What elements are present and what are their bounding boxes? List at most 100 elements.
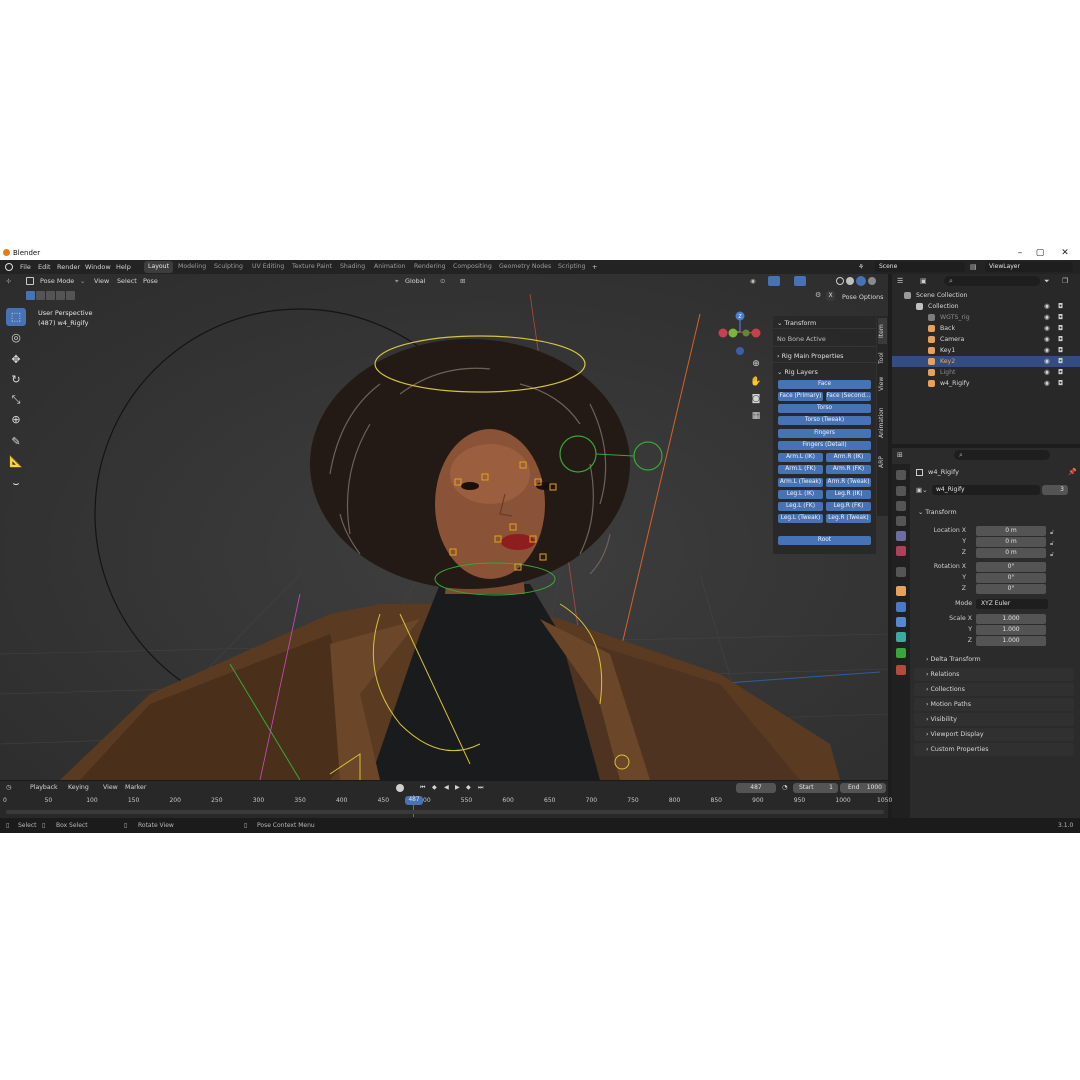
viewport-menu-pose[interactable]: Pose (143, 277, 158, 285)
start-frame-field[interactable]: Start 1 (793, 783, 838, 793)
workspace-tab-layout[interactable]: Layout (144, 261, 174, 273)
properties-editor-icon[interactable]: ⊞ (897, 451, 903, 459)
timeline-editor-icon[interactable]: ◷ (6, 784, 11, 791)
rotation-z-field[interactable]: 0° (976, 584, 1046, 594)
shading-rendered-icon[interactable] (868, 277, 876, 285)
tab-item[interactable]: Item (878, 318, 887, 344)
pivot-icon[interactable]: ⊙ (440, 277, 445, 285)
pin-icon[interactable]: 📌 (1068, 468, 1077, 476)
pose-options-button[interactable]: Pose Options (842, 293, 884, 301)
scale-z-field[interactable]: 1.000 (976, 636, 1046, 646)
timeline-menu-view[interactable]: View (103, 784, 118, 791)
tab-tool[interactable]: Tool (878, 346, 887, 370)
scale-y-field[interactable]: 1.000 (976, 625, 1046, 635)
cursor-tool[interactable]: ◎ (6, 329, 26, 347)
shading-material-icon[interactable] (856, 276, 866, 286)
camera-view-icon[interactable]: ◙ (750, 393, 762, 405)
3d-viewport[interactable]: ⊹ Pose Mode ⌄ View Select Pose ⌖ Global … (0, 274, 888, 780)
select-intersect-icon[interactable] (66, 291, 75, 300)
scene-selector[interactable]: Scene (875, 262, 965, 272)
outliner-row[interactable]: Key2 ◉ ◘ (892, 356, 1080, 367)
location-y-field[interactable]: 0 m (976, 537, 1046, 547)
shading-solid-icon[interactable] (846, 277, 854, 285)
snap-icon[interactable]: ⊞ (460, 277, 465, 285)
location-z-field[interactable]: 0 m (976, 548, 1046, 558)
outliner-search-icon[interactable]: ⌕ (944, 276, 1040, 286)
constraints-tab-icon[interactable] (896, 632, 906, 642)
object-tab-icon[interactable] (896, 586, 906, 596)
rotation-x-field[interactable]: 0° (976, 562, 1046, 572)
current-frame-field[interactable]: 487 (736, 783, 776, 793)
scene-tab-icon[interactable] (896, 531, 906, 541)
rotate-tool[interactable]: ↻ (6, 371, 26, 389)
properties-section-header[interactable]: › Custom Properties (914, 743, 1074, 756)
transform-panel-header[interactable]: ⌄ Transform (777, 319, 816, 327)
delta-transform-header[interactable]: › Delta Transform (922, 653, 1080, 666)
visibility-eye-icon[interactable]: ◉ (1044, 301, 1050, 312)
workspace-tab-texture-paint[interactable]: Texture Paint (288, 261, 336, 273)
rig-layers-header[interactable]: ⌄ Rig Layers (777, 368, 818, 376)
filter-icon[interactable]: ⏷ (1044, 277, 1050, 286)
collection-tab-icon[interactable] (896, 567, 906, 577)
outliner-row[interactable]: Key1 ◉ ◘ (892, 345, 1080, 356)
play-icon[interactable]: ▶ (455, 784, 460, 791)
rotation-mode-select[interactable]: XYZ Euler (976, 599, 1048, 609)
visibility-eye-icon[interactable]: ◉ (1044, 334, 1050, 345)
end-frame-field[interactable]: End 1000 (840, 783, 886, 793)
workspace-tab-sculpting[interactable]: Sculpting (210, 261, 247, 273)
timeline-menu-keying[interactable]: Keying (68, 784, 89, 791)
outliner-editor-icon[interactable]: ☰ (897, 277, 903, 285)
physics-tab-icon[interactable] (896, 617, 906, 627)
mode-selector[interactable]: Pose Mode (40, 277, 74, 285)
transform-section-header[interactable]: ⌄ Transform (914, 506, 1074, 519)
neg-z-axis-icon[interactable] (736, 347, 744, 355)
visibility-eye-icon[interactable]: ◉ (1044, 378, 1050, 389)
overlay-toggle-button[interactable] (794, 276, 806, 286)
layer-leg-l-fk-button[interactable]: Leg.L (FK) (778, 502, 823, 511)
visibility-icon[interactable]: ◉ (750, 277, 756, 285)
timeline-menu-marker[interactable]: Marker (125, 784, 146, 791)
visibility-eye-icon[interactable]: ◉ (1044, 345, 1050, 356)
layer-face-button[interactable]: Face (778, 380, 871, 389)
select-extend-icon[interactable] (36, 291, 45, 300)
workspace-tab-rendering[interactable]: Rendering (410, 261, 450, 273)
select-new-icon[interactable] (26, 291, 35, 300)
jump-keyframe-forward-icon[interactable]: ◆ (466, 784, 471, 791)
render-camera-icon[interactable]: ◘ (1058, 367, 1063, 378)
layer-arm-l-fk-button[interactable]: Arm.L (FK) (778, 465, 823, 474)
lock-icons[interactable]: 🔓︎ 🔓︎ 🔓︎ (1050, 527, 1054, 560)
annotate-tool[interactable]: ✎ (6, 433, 26, 451)
timeline-scrollbar[interactable] (6, 810, 884, 814)
tab-animation[interactable]: Animation (878, 398, 887, 448)
x-axis-icon[interactable] (751, 328, 761, 338)
viewport-menu-select[interactable]: Select (117, 277, 137, 285)
view-layer-tab-icon[interactable] (896, 516, 906, 526)
layer-torso-button[interactable]: Torso (778, 404, 871, 413)
outliner-row[interactable]: Light ◉ ◘ (892, 367, 1080, 378)
armature-data-tab-icon[interactable] (896, 648, 906, 658)
workspace-tab-scripting[interactable]: Scripting (554, 261, 590, 273)
layer-root-button[interactable]: Root (778, 536, 871, 545)
texture-tab-icon[interactable] (896, 665, 906, 675)
pose-options-icon[interactable]: ⚙ (815, 291, 825, 301)
viewlayer-selector[interactable]: ViewLayer (985, 262, 1073, 272)
select-subtract-icon[interactable] (46, 291, 55, 300)
outliner-row[interactable]: Scene Collection (892, 290, 1080, 301)
rotation-y-field[interactable]: 0° (976, 573, 1046, 583)
transform-tool[interactable]: ⊕ (6, 411, 26, 429)
layer-fingers-button[interactable]: Fingers (778, 429, 871, 438)
workspace-tab-uv-editing[interactable]: UV Editing (248, 261, 288, 273)
jump-end-icon[interactable]: ⏭ (478, 784, 484, 792)
render-camera-icon[interactable]: ◘ (1058, 301, 1063, 312)
properties-search-icon[interactable]: ⌕ (954, 450, 1050, 460)
layer-leg-l-tweak-button[interactable]: Leg.L (Tweak) (778, 514, 823, 523)
measure-tool[interactable]: 📐 (6, 453, 26, 471)
tab-arp[interactable]: ARP (878, 451, 887, 473)
scene-selector-icon[interactable]: ⚘ (858, 263, 870, 271)
scale-tool[interactable]: ⤡ (6, 391, 26, 409)
outliner-row[interactable]: w4_Rigify ◉ ◘ (892, 378, 1080, 389)
visibility-eye-icon[interactable]: ◉ (1044, 356, 1050, 367)
visibility-eye-icon[interactable]: ◉ (1044, 323, 1050, 334)
layer-arm-r-ik-button[interactable]: Arm.R (IK) (826, 453, 871, 462)
menu-render[interactable]: Render (57, 263, 80, 271)
